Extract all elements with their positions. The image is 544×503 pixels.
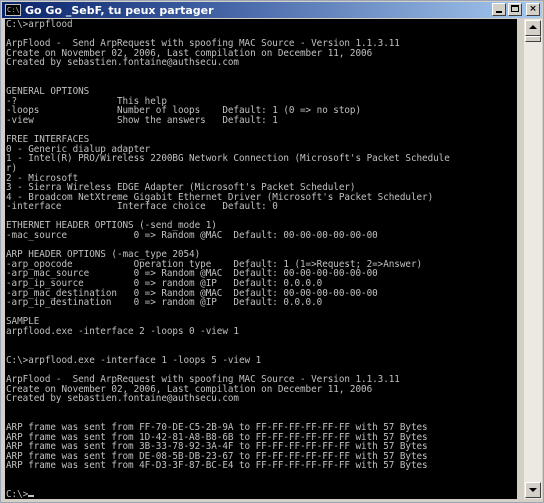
title-bar[interactable]: C:\ Go Go _SebF, tu peux partager × bbox=[2, 2, 542, 18]
console-output[interactable]: C:\>arpflood ArpFlood - Send ArpRequest w… bbox=[5, 19, 517, 499]
text-cursor bbox=[28, 495, 35, 498]
close-button[interactable]: × bbox=[526, 3, 540, 16]
console-text: C:\>arpflood ArpFlood - Send ArpRequest w… bbox=[5, 19, 517, 499]
maximize-button[interactable] bbox=[508, 3, 522, 16]
scroll-up-button[interactable] bbox=[525, 20, 541, 36]
maximize-icon bbox=[511, 5, 519, 12]
console-line: -interface Interface choice Default: 0 bbox=[6, 201, 278, 213]
scroll-down-button[interactable] bbox=[525, 482, 541, 498]
console-line: arpflood.exe -interface 2 -loops 0 -view… bbox=[6, 326, 239, 337]
window-controls: × bbox=[492, 3, 540, 16]
console-line: C:\>arpflood bbox=[6, 19, 73, 30]
close-icon: × bbox=[529, 4, 537, 14]
console-window: C:\ Go Go _SebF, tu peux partager × C:\>… bbox=[0, 0, 544, 503]
console-icon[interactable]: C:\ bbox=[5, 4, 21, 16]
console-line: 1 - Intel(R) PRO/Wireless 2200BG Network… bbox=[6, 153, 450, 165]
console-line: -mac_source 0 => Random @MAC Default: 00… bbox=[6, 230, 378, 242]
console-line: ARP frame was sent from 4F-D3-3F-87-BC-E… bbox=[6, 460, 428, 472]
console-line: Created by sebastien.fontaine@authsecu.c… bbox=[6, 393, 239, 405]
console-line: C:\>arpflood.exe -interface 1 -loops 5 -… bbox=[6, 354, 262, 366]
console-line: Created by sebastien.fontaine@authsecu.c… bbox=[6, 57, 239, 69]
console-line: -view Show the answers Default: 1 bbox=[6, 114, 278, 126]
console-line: -arp_ip_destination 0 => random @IP Defa… bbox=[6, 297, 323, 309]
vertical-scrollbar[interactable] bbox=[523, 19, 542, 499]
window-title: Go Go _SebF, tu peux partager bbox=[25, 3, 214, 17]
minimize-icon bbox=[496, 11, 502, 13]
console-prompt: C:\> bbox=[6, 490, 517, 499]
console-line: r) bbox=[6, 162, 18, 174]
scroll-thumb[interactable] bbox=[525, 36, 541, 42]
prompt-text: C:\> bbox=[6, 489, 29, 499]
minimize-button[interactable] bbox=[492, 3, 506, 16]
